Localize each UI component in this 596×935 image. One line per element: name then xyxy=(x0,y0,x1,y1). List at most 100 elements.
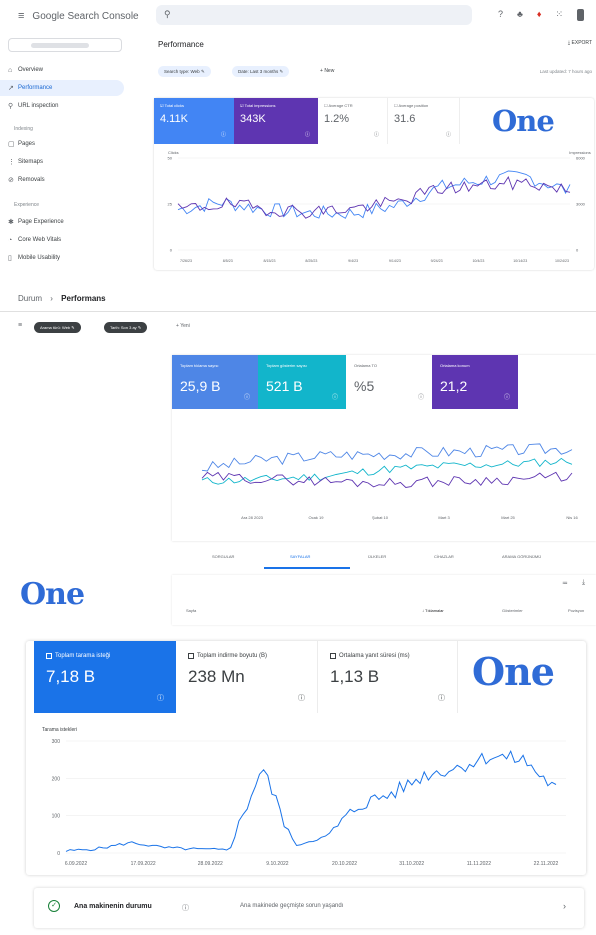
sidebar-item-performance[interactable]: ↗ Performance xyxy=(0,80,124,96)
export-button[interactable]: ⤓ EXPORT xyxy=(568,40,592,46)
filter-rows-icon[interactable]: ≂ xyxy=(562,579,568,587)
app-header: ≡ Google Search Console xyxy=(18,10,139,22)
sidebar-item-removals[interactable]: ⊘ Removals xyxy=(0,172,124,188)
filter-chip-date[interactable]: Date: Last 3 months ✎ xyxy=(232,66,290,77)
help-icon[interactable]: ⓘ xyxy=(374,131,379,138)
metric-average-ctr[interactable]: ☐ Average CTR 1.2% ⓘ xyxy=(318,98,388,144)
column-header-impressions[interactable]: Gösterimler xyxy=(502,608,523,613)
metric-average-position[interactable]: Ortalama konum 21,2 ⓘ xyxy=(432,355,518,409)
english-search-console-panel: ≡ Google Search Console ⚲ ? ♣ ♦ ⁙ ⌂ Overv… xyxy=(0,0,596,278)
x-tick-label: 9.10.2022 xyxy=(266,861,288,867)
x-tick-label: 11.11.2022 xyxy=(467,861,492,867)
users-icon[interactable]: ♣ xyxy=(517,9,523,21)
performance-card: Toplam tıklama sayısı 25,9 B ⓘ Toplam gö… xyxy=(172,355,596,541)
help-icon[interactable]: ⓘ xyxy=(244,392,250,401)
help-icon[interactable]: ⓘ xyxy=(221,131,226,138)
metric-total-crawl-requests[interactable]: Toplam tarama isteği 7,18 B ⓘ xyxy=(34,641,176,713)
avatar[interactable] xyxy=(577,9,584,21)
y-tick-label: 100 xyxy=(52,814,61,820)
tab-sayfalar[interactable]: SAYFALAR xyxy=(290,554,310,559)
column-header-clicks[interactable]: ↓ Tıklamalar xyxy=(422,608,444,613)
x-tick-label: Mart 25 xyxy=(501,515,515,520)
metric-value: 521 B xyxy=(266,378,303,394)
help-icon[interactable]: ⓘ xyxy=(438,693,445,703)
section-indexing: Indexing xyxy=(14,126,33,132)
x-tick-label: 17.09.2022 xyxy=(131,861,156,867)
tab-arama-gorunumu[interactable]: ARAMA GÖRÜNÜMÜ xyxy=(502,554,541,559)
help-icon[interactable]: ⓘ xyxy=(418,392,424,401)
download-icon[interactable]: ⤓ xyxy=(582,579,585,587)
filter-chip-search-type[interactable]: Search type: Web ✎ xyxy=(158,66,211,77)
search-icon: ⚲ xyxy=(164,9,171,19)
x-tick-label: 31.10.2022 xyxy=(399,861,424,867)
x-tick-label: 10/4/23 xyxy=(472,259,484,263)
breadcrumb-root[interactable]: Durum xyxy=(18,294,42,303)
page-experience-icon: ✱ xyxy=(8,219,14,226)
sidebar: ⌂ Overview ↗ Performance ⚲ URL inspection I… xyxy=(0,32,128,278)
property-selector[interactable] xyxy=(8,38,122,52)
y-left-tick-label: 50 xyxy=(168,156,173,161)
help-icon[interactable]: ⓘ xyxy=(157,693,164,703)
sidebar-item-sitemaps[interactable]: ⋮ Sitemaps xyxy=(0,154,124,170)
sidebar-item-overview[interactable]: ⌂ Overview xyxy=(0,62,124,78)
metric-total-impressions[interactable]: Toplam gösterim sayısı 521 B ⓘ xyxy=(258,355,346,409)
help-icon[interactable]: ⓘ xyxy=(446,131,451,138)
metric-total-download-size[interactable]: Toplam indirme boyutu (B) 238 Mn ⓘ xyxy=(176,641,318,713)
tab-sorgular[interactable]: SORGULAR xyxy=(212,554,234,559)
performance-chart: Ara 28 2023 Ocak 19 Şubat 10 Mart 3 Mart 25 N… xyxy=(201,443,578,520)
metric-total-impressions[interactable]: ☑ Total impressions 343K ⓘ xyxy=(234,98,318,144)
metric-average-ctr[interactable]: Ortalama TO %5 ⓘ xyxy=(346,355,432,409)
x-tick-label: Ocak 19 xyxy=(309,515,325,520)
host-status-row[interactable]: ✓ Ana makinenin durumu ⓘ Ana makinede ge… xyxy=(34,888,584,928)
x-tick-label: Ara 28 2023 xyxy=(241,515,264,520)
column-header-page[interactable]: Sayfa xyxy=(186,608,196,613)
performance-chart: Clicks Impressions 0 25 50 0 3000 6000 7/26/23 8/… xyxy=(168,150,591,263)
crawl-stats-card: Toplam tarama isteği 7,18 B ⓘ Toplam ind… xyxy=(26,641,586,875)
help-icon[interactable]: ⓘ xyxy=(298,693,305,703)
metric-value: 25,9 B xyxy=(180,378,221,394)
help-icon[interactable]: ? xyxy=(498,9,503,21)
host-status-text: Ana makinede geçmişte sorun yaşandı xyxy=(240,903,344,909)
help-icon[interactable]: ⓘ xyxy=(504,392,510,401)
metric-average-response-time[interactable]: Ortalama yanıt süresi (ms) 1,13 B ⓘ xyxy=(318,641,458,713)
metric-value: 21,2 xyxy=(440,378,468,394)
x-tick-label: 9/24/23 xyxy=(431,259,443,263)
apps-icon[interactable]: ⁙ xyxy=(555,9,563,21)
help-icon[interactable]: ⓘ xyxy=(332,392,338,401)
search-input[interactable]: ⚲ xyxy=(156,5,472,25)
edit-icon: ✎ xyxy=(200,69,205,74)
notifications-icon[interactable]: ♦ xyxy=(537,9,542,21)
x-tick-label: 7/26/23 xyxy=(180,259,192,263)
metric-total-clicks[interactable]: ☑ Total clicks 4.11K ⓘ xyxy=(154,98,234,144)
help-icon[interactable]: ⓘ xyxy=(305,131,310,138)
metric-value: %5 xyxy=(354,378,375,394)
one-logo: One xyxy=(472,649,555,694)
sidebar-item-pages[interactable]: ▢ Pages xyxy=(0,136,124,152)
section-experience: Experience xyxy=(14,202,40,208)
metric-average-position[interactable]: ☐ Average position 31.6 ⓘ xyxy=(388,98,460,144)
y-right-tick-label: 0 xyxy=(576,248,579,253)
menu-icon[interactable]: ≡ xyxy=(18,10,24,22)
series-line-1 xyxy=(201,443,573,472)
sidebar-item-page-experience[interactable]: ✱ Page Experience xyxy=(0,214,124,230)
tab-cihazlar[interactable]: CİHAZLAR xyxy=(434,554,454,559)
help-icon[interactable]: ⓘ xyxy=(182,903,189,913)
filter-chip-search-type[interactable]: Arama türü: Web ✎ xyxy=(34,322,81,333)
new-filter-button[interactable]: + Yeni xyxy=(176,323,190,329)
column-header-position[interactable]: Pozisyon xyxy=(568,608,584,613)
report-tabs: SORGULAR SAYFALAR ÜLKELER CİHAZLAR ARAMA… xyxy=(172,547,596,569)
sidebar-item-mobile-usability[interactable]: ▯ Mobile Usability xyxy=(0,250,124,266)
metric-value: 4.11K xyxy=(160,113,188,125)
last-updated: Last updated: 7 hours ago xyxy=(539,69,592,74)
sidebar-item-core-web-vitals[interactable]: ◔ Core Web Vitals xyxy=(0,232,124,248)
filter-chip-date[interactable]: Tarih: Son 3 ay ✎ xyxy=(104,322,148,333)
metric-total-clicks[interactable]: Toplam tıklama sayısı 25,9 B ⓘ xyxy=(172,355,258,409)
one-logo: One xyxy=(492,104,555,138)
tab-ulkeler[interactable]: ÜLKELER xyxy=(368,554,386,559)
filter-icon[interactable]: ≡ xyxy=(18,322,22,329)
y-right-tick-label: 6000 xyxy=(576,156,586,161)
new-filter-button[interactable]: + New xyxy=(320,68,334,74)
chevron-right-icon[interactable]: › xyxy=(563,901,566,911)
x-tick-label: 22.11.2022 xyxy=(534,861,559,867)
sidebar-item-url-inspection[interactable]: ⚲ URL inspection xyxy=(0,98,124,114)
